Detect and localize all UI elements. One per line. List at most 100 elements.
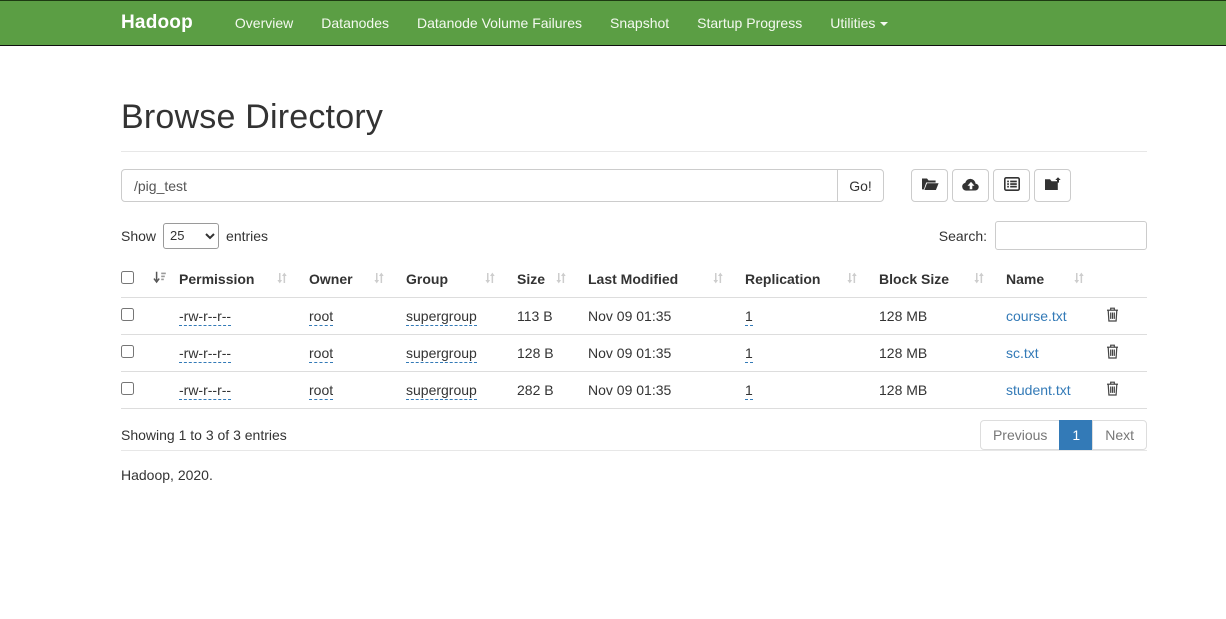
replication-editable[interactable]: 1 <box>745 345 753 363</box>
path-bar: Go! <box>121 169 1147 202</box>
table-controls: Show 25 entries Search: <box>121 221 1147 250</box>
go-button[interactable]: Go! <box>837 169 884 202</box>
footer-divider <box>121 450 1147 451</box>
table-row: -rw-r--r-- root supergroup 113 B Nov 09 … <box>121 298 1147 335</box>
search-input[interactable] <box>995 221 1147 250</box>
sort-both-icon <box>277 271 287 287</box>
row-checkbox[interactable] <box>121 345 134 358</box>
delete-file-button[interactable] <box>1106 381 1119 396</box>
open-folder-button[interactable] <box>911 169 948 202</box>
nav-item-utilities-dropdown[interactable]: Utilities <box>816 1 902 45</box>
pagination-previous-button[interactable]: Previous <box>980 420 1060 450</box>
file-action-buttons <box>911 169 1075 202</box>
pagination-page-1-button[interactable]: 1 <box>1059 420 1093 450</box>
sort-both-icon <box>847 271 857 287</box>
upload-files-button[interactable] <box>952 169 989 202</box>
sort-both-icon <box>556 271 566 287</box>
size-cell: 282 B <box>517 372 588 409</box>
nav-item-datanodes[interactable]: Datanodes <box>307 1 403 45</box>
sort-both-icon <box>485 271 495 287</box>
trash-icon <box>1106 347 1119 362</box>
directory-path-input[interactable] <box>121 169 838 202</box>
block-size-cell: 128 MB <box>879 335 1006 372</box>
file-type-cell <box>153 335 179 372</box>
table-row: -rw-r--r-- root supergroup 128 B Nov 09 … <box>121 335 1147 372</box>
nav-item-utilities-label: Utilities <box>830 15 875 31</box>
heading-divider <box>121 151 1147 152</box>
header-replication[interactable]: Replication <box>745 263 879 298</box>
owner-editable[interactable]: root <box>309 308 333 326</box>
entries-per-page-select[interactable]: 25 <box>163 223 219 249</box>
entries-label: entries <box>226 228 268 244</box>
directory-table: Permission Owner Group Size Last Modifie… <box>121 263 1147 409</box>
nav-item-overview[interactable]: Overview <box>221 1 307 45</box>
nav-item-datanode-volume-failures[interactable]: Datanode Volume Failures <box>403 1 596 45</box>
file-name-link[interactable]: course.txt <box>1006 308 1067 324</box>
new-folder-icon <box>1044 177 1062 194</box>
group-editable[interactable]: supergroup <box>406 382 477 400</box>
table-footer: Showing 1 to 3 of 3 entries Previous 1 N… <box>121 420 1147 450</box>
block-size-cell: 128 MB <box>879 372 1006 409</box>
header-last-modified[interactable]: Last Modified <box>588 263 745 298</box>
pagination: Previous 1 Next <box>980 420 1147 450</box>
header-actions <box>1106 263 1147 298</box>
last-modified-cell: Nov 09 01:35 <box>588 335 745 372</box>
last-modified-cell: Nov 09 01:35 <box>588 372 745 409</box>
top-navbar: Hadoop Overview Datanodes Datanode Volum… <box>0 0 1226 46</box>
permission-editable[interactable]: -rw-r--r-- <box>179 308 231 326</box>
sort-both-icon <box>1074 271 1084 287</box>
file-name-link[interactable]: student.txt <box>1006 382 1071 398</box>
folder-open-icon <box>921 177 939 194</box>
size-cell: 128 B <box>517 335 588 372</box>
owner-editable[interactable]: root <box>309 345 333 363</box>
permission-editable[interactable]: -rw-r--r-- <box>179 345 231 363</box>
show-label: Show <box>121 228 156 244</box>
type-sort-header[interactable] <box>153 263 179 298</box>
group-editable[interactable]: supergroup <box>406 345 477 363</box>
sort-descending-icon <box>153 271 167 287</box>
search-label: Search: <box>939 228 987 244</box>
header-size[interactable]: Size <box>517 263 588 298</box>
header-owner[interactable]: Owner <box>309 263 406 298</box>
navbar-brand-hadoop[interactable]: Hadoop <box>121 12 193 34</box>
header-block-size[interactable]: Block Size <box>879 263 1006 298</box>
trash-icon <box>1106 384 1119 399</box>
row-checkbox[interactable] <box>121 308 134 321</box>
delete-file-button[interactable] <box>1106 307 1119 322</box>
sort-both-icon <box>974 271 984 287</box>
nav-item-snapshot[interactable]: Snapshot <box>596 1 683 45</box>
page-length-control: Show 25 entries <box>121 223 268 249</box>
header-permission[interactable]: Permission <box>179 263 309 298</box>
pagination-next-button[interactable]: Next <box>1092 420 1147 450</box>
entries-info: Showing 1 to 3 of 3 entries <box>121 427 287 443</box>
group-editable[interactable]: supergroup <box>406 308 477 326</box>
permission-editable[interactable]: -rw-r--r-- <box>179 382 231 400</box>
navbar-inner: Hadoop Overview Datanodes Datanode Volum… <box>121 1 902 45</box>
delete-file-button[interactable] <box>1106 344 1119 359</box>
footer-text: Hadoop, 2020. <box>121 467 1147 483</box>
size-cell: 113 B <box>517 298 588 335</box>
page-title: Browse Directory <box>121 98 1147 137</box>
header-name[interactable]: Name <box>1006 263 1106 298</box>
search-control: Search: <box>939 221 1147 250</box>
last-modified-cell: Nov 09 01:35 <box>588 298 745 335</box>
file-name-link[interactable]: sc.txt <box>1006 345 1039 361</box>
main-container: Browse Directory Go! <box>121 98 1147 483</box>
file-details-button[interactable] <box>993 169 1030 202</box>
select-all-checkbox[interactable] <box>121 271 134 284</box>
sort-both-icon <box>713 271 723 287</box>
header-group[interactable]: Group <box>406 263 517 298</box>
path-input-group: Go! <box>121 169 884 202</box>
create-directory-button[interactable] <box>1034 169 1071 202</box>
caret-down-icon <box>880 22 888 26</box>
file-type-cell <box>153 372 179 409</box>
replication-editable[interactable]: 1 <box>745 382 753 400</box>
replication-editable[interactable]: 1 <box>745 308 753 326</box>
block-size-cell: 128 MB <box>879 298 1006 335</box>
file-type-cell <box>153 298 179 335</box>
nav-item-startup-progress[interactable]: Startup Progress <box>683 1 816 45</box>
table-header-row: Permission Owner Group Size Last Modifie… <box>121 263 1147 298</box>
owner-editable[interactable]: root <box>309 382 333 400</box>
row-checkbox[interactable] <box>121 382 134 395</box>
sort-both-icon <box>374 271 384 287</box>
